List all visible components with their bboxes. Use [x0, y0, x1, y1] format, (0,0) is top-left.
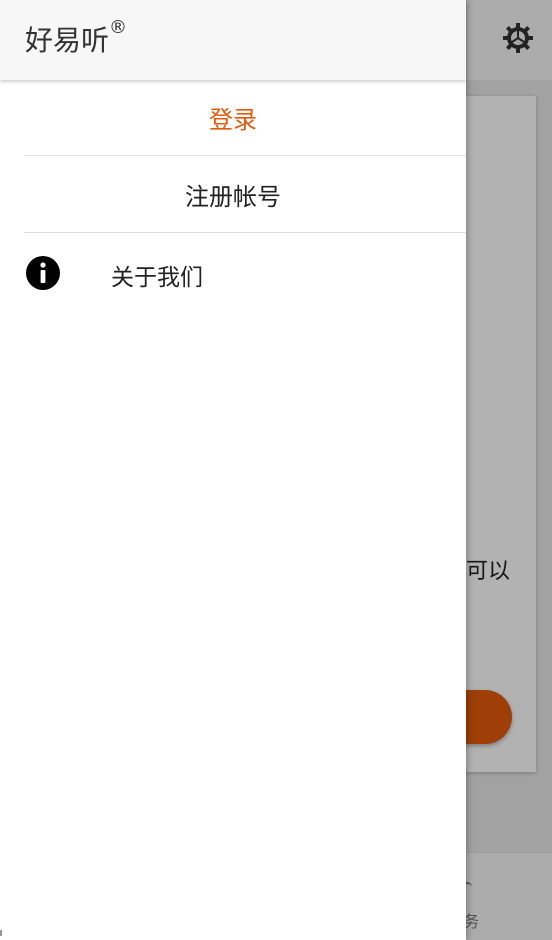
- app-title-text: 好易听: [25, 24, 110, 57]
- info-icon: [26, 256, 60, 290]
- drawer-header: 好易听®: [0, 0, 466, 80]
- screen: 可以 务 好易听® 登录 注册帐号 关于我们: [0, 0, 552, 940]
- about-us-label: 关于我们: [111, 265, 203, 291]
- about-us-item[interactable]: 关于我们: [0, 233, 466, 311]
- registered-mark: ®: [109, 17, 128, 38]
- register-account-button[interactable]: 注册帐号: [0, 156, 466, 232]
- navigation-drawer: 好易听® 登录 注册帐号 关于我们: [0, 0, 466, 940]
- app-title: 好易听®: [25, 17, 128, 59]
- login-button[interactable]: 登录: [0, 80, 466, 155]
- corner-mark: [0, 930, 8, 936]
